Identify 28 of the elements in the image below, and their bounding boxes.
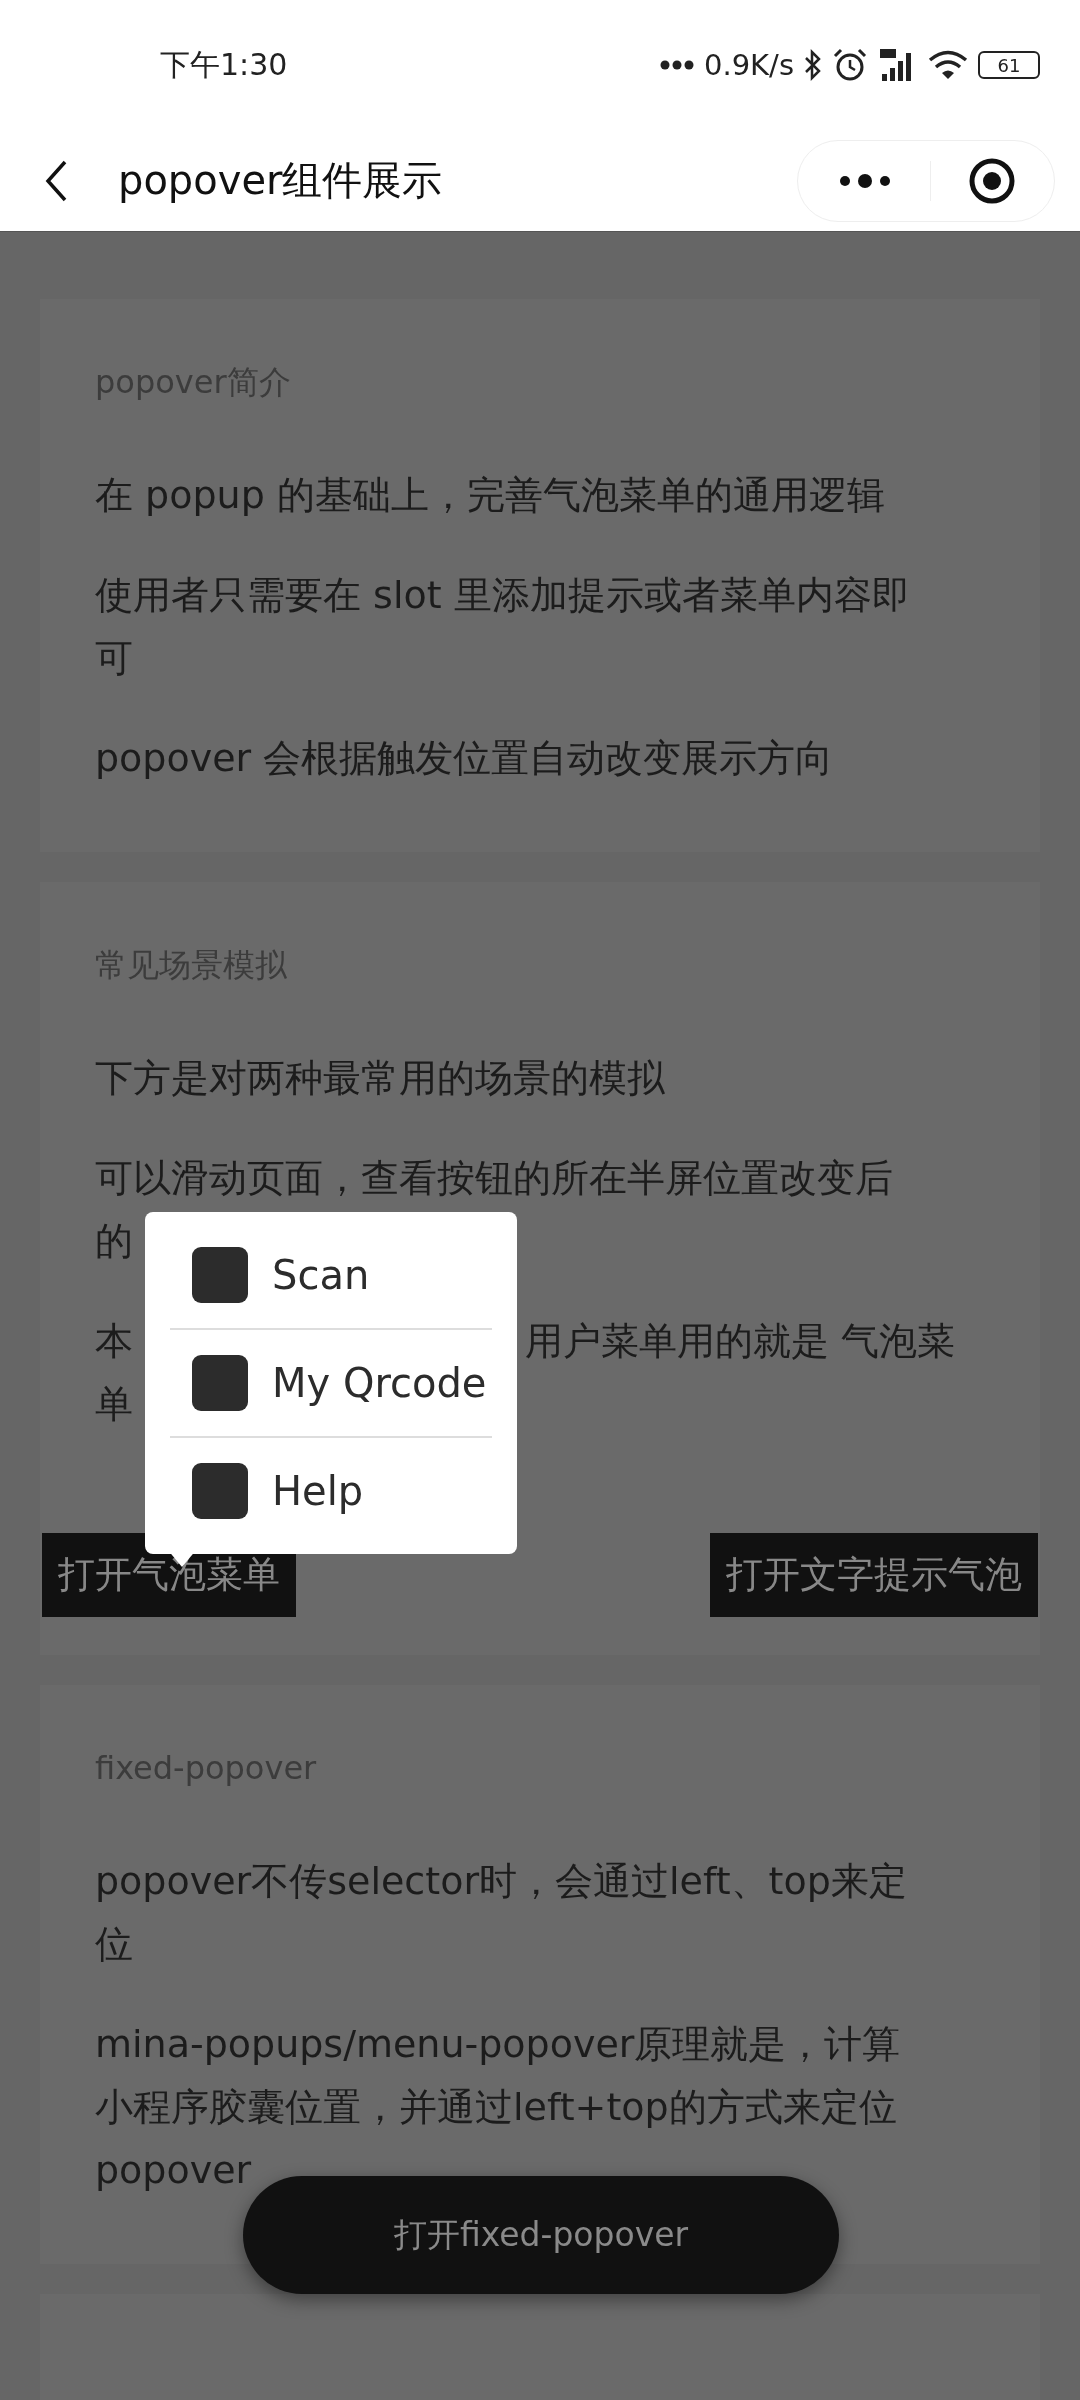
close-target-icon[interactable] <box>967 156 1016 205</box>
open-button[interactable]: 打开文字提示气泡 <box>710 1533 1038 1617</box>
menu-item[interactable]: Help <box>272 1468 364 1514</box>
text-line: 的 <box>95 1218 133 1265</box>
square-icon <box>192 1463 248 1519</box>
page-title: popover组件展示 <box>118 156 444 205</box>
paragraph: 使用者只需要在 slot 里添加提示或者菜单内容即可 <box>95 572 911 682</box>
back-icon[interactable] <box>44 158 68 203</box>
battery-indicator: 61 <box>978 51 1040 79</box>
text-line: 可以滑动页面，查看按钮的所在半屏位置改变后 <box>95 1155 893 1202</box>
more-dots-icon <box>659 60 694 70</box>
text-line: 本 <box>95 1318 133 1365</box>
paragraph: 下方是对两种最常用的场景的模拟 <box>95 1055 666 1102</box>
menu-item[interactable]: My Qrcode <box>272 1360 487 1406</box>
text-line: 单 <box>95 1381 133 1428</box>
bluetooth-icon <box>804 49 822 81</box>
fixed-popover-button[interactable]: 打开fixed-popover <box>243 2176 839 2294</box>
text-line: 用户菜单用的就是 气泡菜 <box>525 1318 956 1365</box>
paragraph: 在 popup 的基础上，完善气泡菜单的通用逻辑 <box>95 472 886 519</box>
menu-item[interactable]: Scan <box>272 1252 370 1298</box>
paragraph: popover 会根据触发位置自动改变展示方向 <box>95 735 835 782</box>
square-icon <box>192 1247 248 1303</box>
paragraph: popover不传selector时，会通过left、top来定位 <box>95 1858 908 1968</box>
status-time: 下午1:30 <box>160 45 288 84</box>
wifi-icon <box>928 49 968 81</box>
network-speed: 0.9K/s <box>703 48 794 82</box>
square-icon <box>192 1355 248 1411</box>
alarm-icon <box>832 47 868 83</box>
